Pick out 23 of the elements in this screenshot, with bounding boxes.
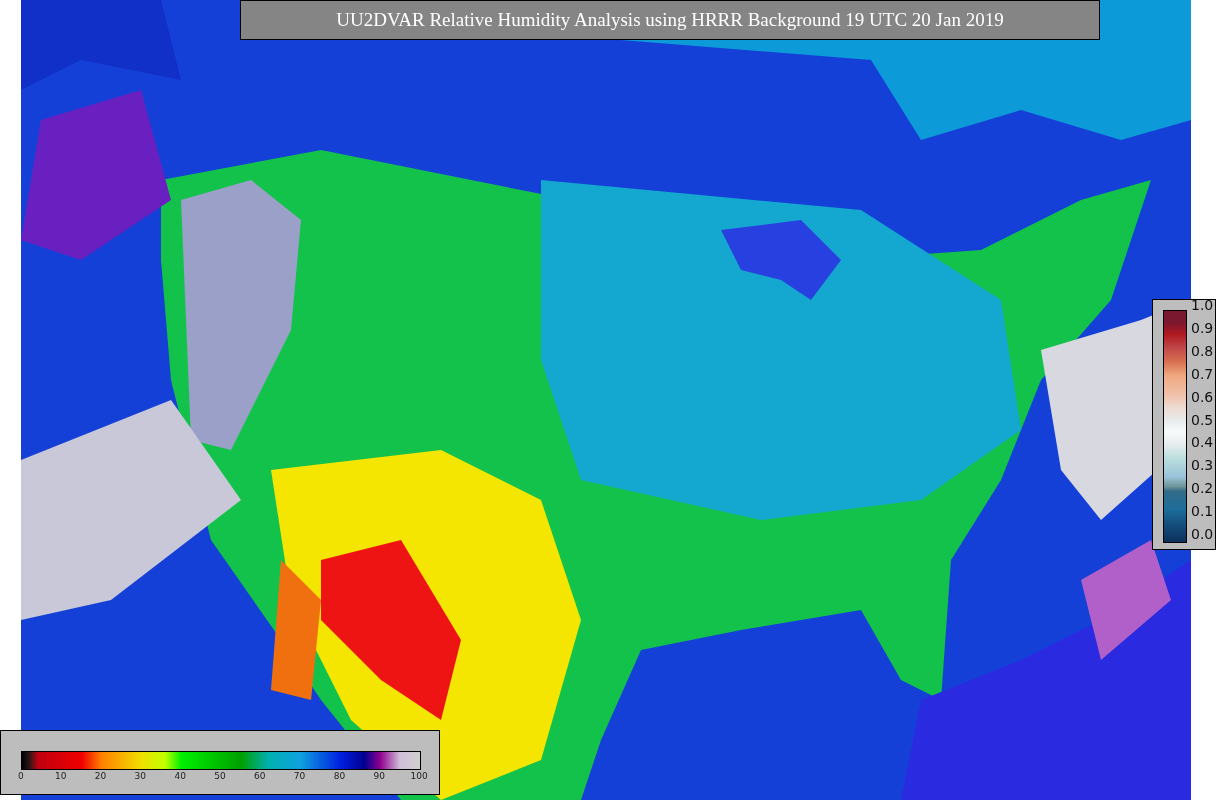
tick-label: 0.2: [1191, 480, 1214, 499]
tick-label: 90: [372, 771, 386, 781]
tick-label: 0.1: [1191, 503, 1214, 522]
tick-label: 80: [332, 771, 347, 781]
tick-label: 0.8: [1191, 342, 1214, 361]
tick-label: 100: [409, 771, 429, 781]
tick-label: 50: [213, 771, 227, 781]
tick-label: 0.5: [1191, 411, 1214, 430]
tick-label: 40: [173, 771, 187, 781]
tick-label: 20: [93, 771, 108, 781]
tick-label: 0: [17, 771, 25, 781]
map-title: UU2DVAR Relative Humidity Analysis using HRRR Background 19 UTC 20 Jan 2019: [240, 0, 1100, 40]
tick-label: 60: [253, 771, 267, 781]
tick-label: 70: [292, 771, 307, 781]
tick-label: 0.7: [1191, 365, 1214, 384]
tick-label: 0.9: [1191, 319, 1214, 338]
tick-label: 1.0: [1191, 297, 1214, 315]
tick-label: 0.0: [1191, 526, 1214, 545]
tick-label: 0.6: [1191, 388, 1214, 407]
tick-label: 10: [54, 771, 68, 781]
tick-label: 30: [133, 771, 148, 781]
tick-label: 0.4: [1191, 434, 1214, 453]
tick-label: 0.3: [1191, 457, 1214, 476]
